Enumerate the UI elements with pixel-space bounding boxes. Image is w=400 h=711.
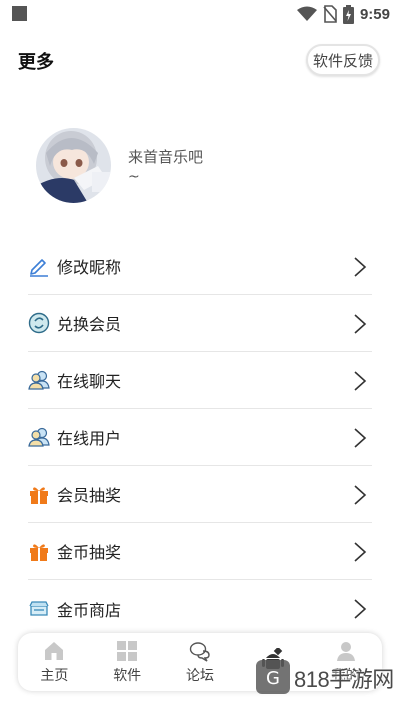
edit-pencil-icon (28, 255, 50, 277)
menu-item-label: 修改昵称 (57, 258, 122, 277)
status-icons: 9:59 (296, 4, 390, 24)
store-icon (28, 598, 50, 620)
feedback-button[interactable]: 软件反馈 (306, 44, 380, 76)
nav-label: 论坛 (185, 667, 214, 684)
status-time: 9:59 (359, 5, 390, 23)
chevron-right-icon (354, 542, 367, 562)
page-title: 更多 (18, 52, 54, 73)
menu-item-label: 金币商店 (57, 600, 122, 620)
notification-icon (12, 6, 27, 21)
chevron-right-icon (354, 314, 367, 334)
nav-label: 主页 (40, 667, 69, 684)
chevron-right-icon (354, 428, 367, 448)
users-chat-icon (28, 369, 50, 391)
exchange-coin-icon (28, 312, 50, 334)
profile-subtitle: ~ (128, 169, 140, 185)
svg-text:G: G (266, 668, 280, 689)
menu-item-coin-store[interactable]: 金币商店 (28, 580, 372, 637)
menu-item-label: 金币抽奖 (57, 543, 122, 562)
chevron-right-icon (354, 257, 367, 277)
menu-item-label: 会员抽奖 (57, 486, 122, 505)
watermark-text: 818手游网 (294, 667, 394, 692)
nav-item-software[interactable]: 软件 (91, 633, 164, 691)
menu-item-label: 在线用户 (57, 429, 122, 448)
avatar[interactable] (36, 128, 111, 203)
menu-item-label: 兑换会员 (57, 315, 122, 334)
chevron-right-icon (354, 485, 367, 505)
status-bar: 9:59 (0, 0, 400, 28)
no-sim-icon (323, 5, 337, 23)
apps-icon (117, 640, 138, 661)
battery-charging-icon (342, 4, 354, 24)
wifi-icon (296, 6, 317, 21)
gift-icon (28, 483, 50, 505)
menu-item-edit-nickname[interactable]: 修改昵称 (28, 238, 372, 295)
home-icon (45, 641, 64, 660)
menu-item-label: 在线聊天 (57, 372, 122, 391)
menu-item-member-lottery[interactable]: 会员抽奖 (28, 466, 372, 523)
users-online-icon (28, 426, 50, 448)
menu-list: 修改昵称 兑换会员 在线聊天 在线用户 会员抽奖 金币抽奖 金币商店 (28, 238, 372, 637)
menu-item-redeem-membership[interactable]: 兑换会员 (28, 295, 372, 352)
menu-item-online-users[interactable]: 在线用户 (28, 409, 372, 466)
chevron-right-icon (354, 599, 367, 619)
nav-label: 软件 (113, 667, 142, 684)
nav-item-forum[interactable]: 论坛 (164, 633, 237, 691)
menu-item-online-chat[interactable]: 在线聊天 (28, 352, 372, 409)
chevron-right-icon (354, 371, 367, 391)
chat-bubbles-icon (189, 641, 210, 662)
profile-name: 来首音乐吧 (128, 148, 204, 166)
nav-item-home[interactable]: 主页 (18, 633, 91, 691)
menu-item-coin-lottery[interactable]: 金币抽奖 (28, 523, 372, 580)
gift-icon (28, 540, 50, 562)
